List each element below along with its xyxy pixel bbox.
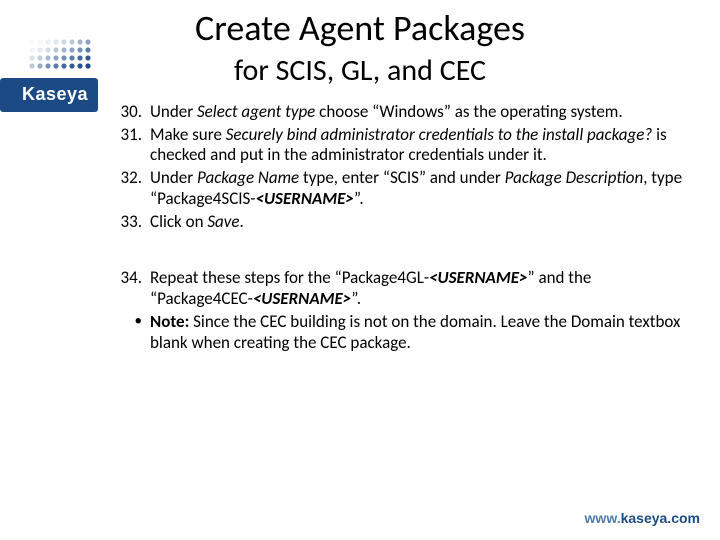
list-item-number: • (108, 312, 150, 353)
list-item: 31.Make sure Securely bind administrator… (108, 125, 698, 166)
list-item-text: Under Select agent type choose “Windows”… (150, 102, 698, 123)
list-item: •Note: Since the CEC building is not on … (108, 312, 698, 353)
list-item-number: 33. (108, 212, 150, 233)
list-item-text: Note: Since the CEC building is not on t… (150, 312, 698, 353)
list-item: 33.Click on Save. (108, 212, 698, 233)
footer-url: www.kaseya.com (585, 510, 700, 526)
list-item-text: Under Package Name type, enter “SCIS” an… (150, 168, 698, 209)
footer-url-domain: kaseya.com (621, 510, 700, 526)
list-item-number: 30. (108, 102, 150, 123)
page-subtitle: for SCIS, GL, and CEC (0, 52, 720, 89)
instruction-list: 30.Under Select agent type choose “Windo… (108, 102, 698, 355)
list-item-number: 32. (108, 168, 150, 209)
list-item: 30.Under Select agent type choose “Windo… (108, 102, 698, 123)
page-title: Create Agent Packages (0, 6, 720, 50)
list-item: 32.Under Package Name type, enter “SCIS”… (108, 168, 698, 209)
list-item-number: 34. (108, 268, 150, 309)
footer-url-prefix: www. (585, 510, 621, 526)
list-item-number: 31. (108, 125, 150, 166)
list-item-text: Click on Save. (150, 212, 698, 233)
list-item-text: Make sure Securely bind administrator cr… (150, 125, 698, 166)
list-item-text: Repeat these steps for the “Package4GL-<… (150, 268, 698, 309)
list-item: 34.Repeat these steps for the “Package4G… (108, 268, 698, 309)
